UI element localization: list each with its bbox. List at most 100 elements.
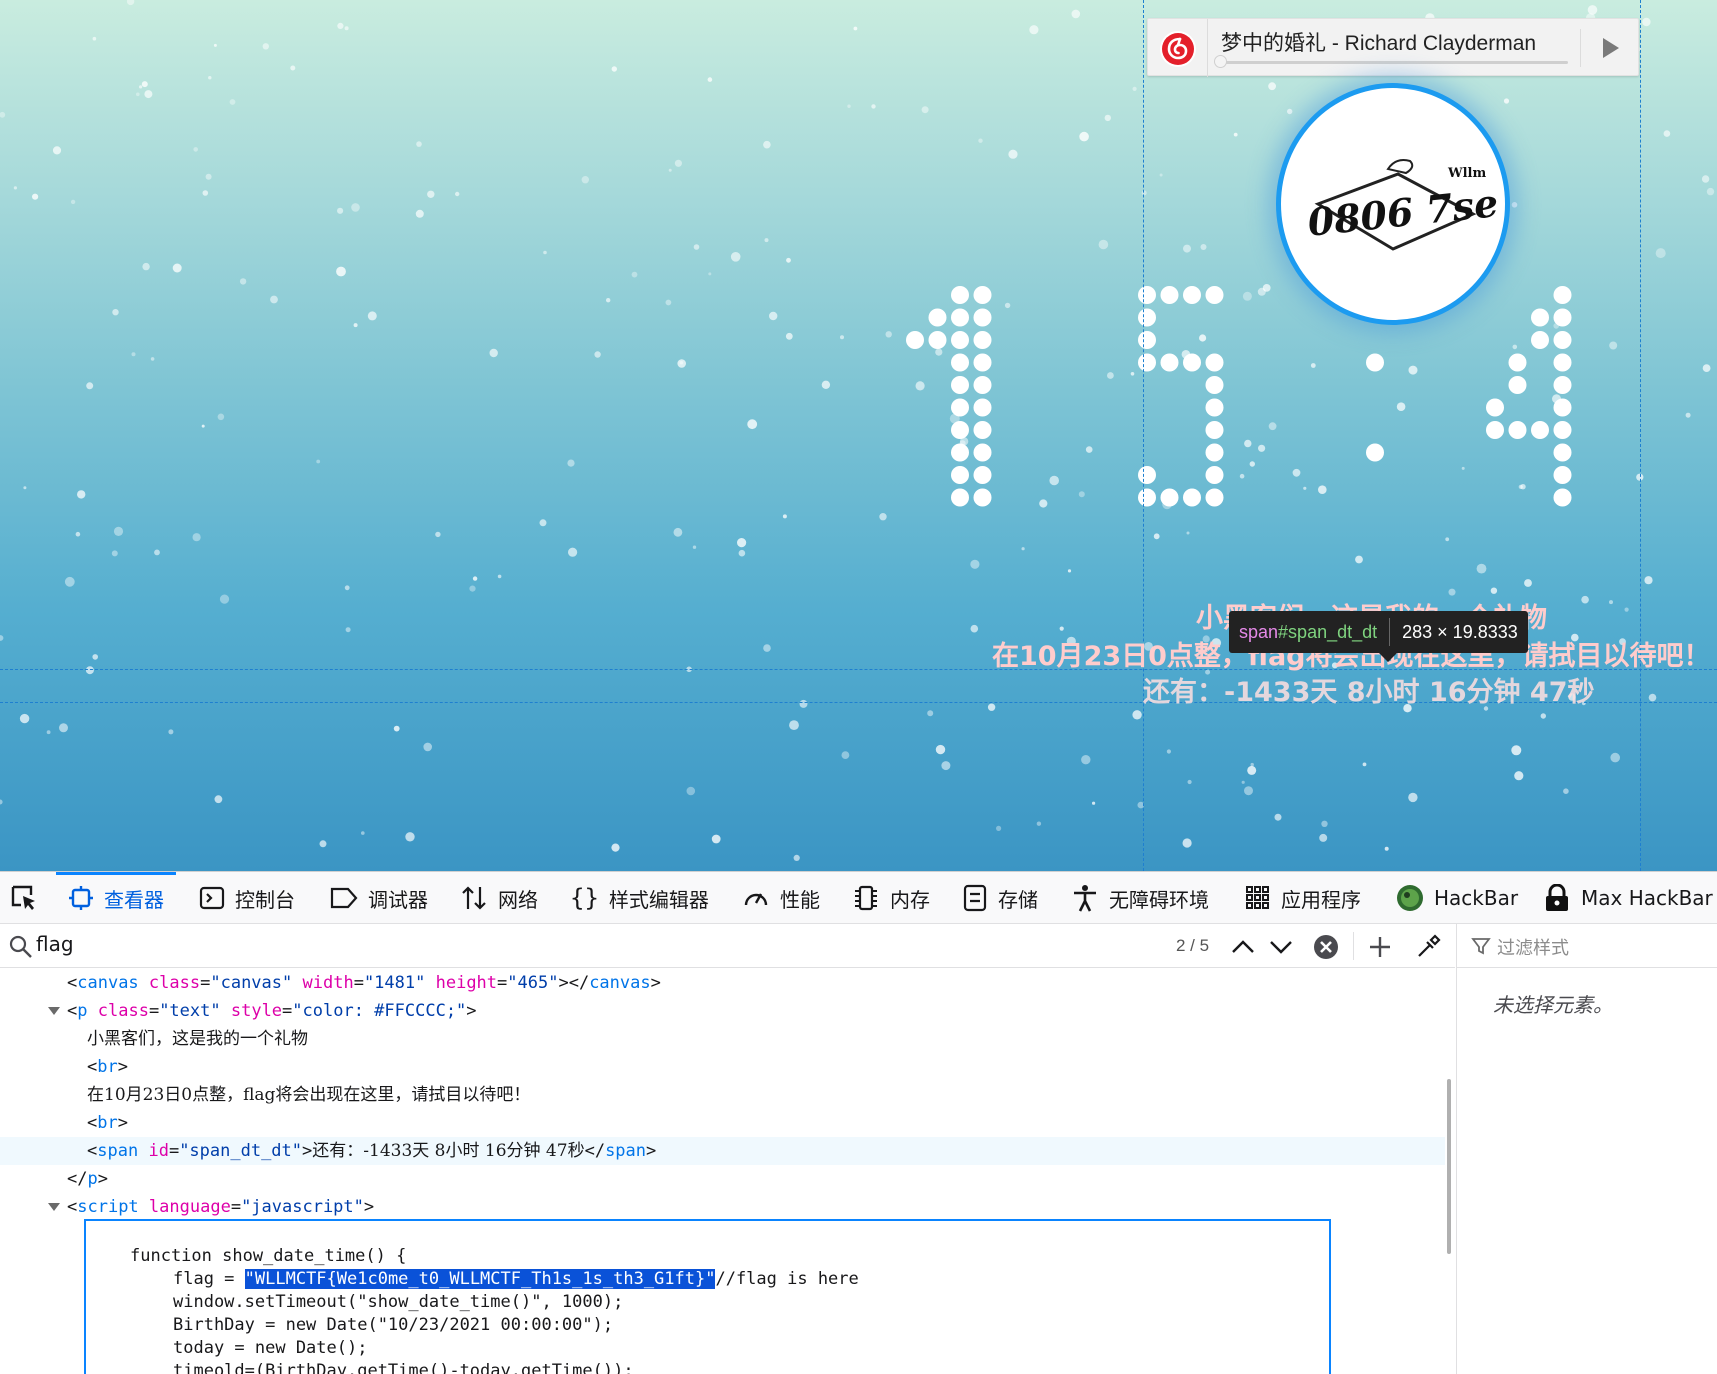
progress-knob[interactable] [1214, 55, 1227, 68]
progress-track[interactable] [1218, 61, 1568, 64]
markup-text-node-2[interactable]: 在10月23日0点整，flag将会出现在这里，请拭目以待吧！ [0, 1081, 1445, 1109]
devtools-panel: 查看器 控制台 调试器 网络 {} 样式编辑器 性能 内存 存储 无障碍环境 应… [0, 871, 1717, 1374]
clock-dot [1553, 286, 1572, 304]
markup-node-br-1[interactable]: <br> [0, 1053, 1445, 1081]
countdown-span[interactable]: 还有：-1433天 8小时 16分钟 47秒 [1143, 670, 1595, 709]
clock-dot [1138, 286, 1156, 304]
tab-style-editor-label: 样式编辑器 [608, 887, 709, 912]
clock-dot [1553, 398, 1572, 417]
clock-dot [1531, 421, 1549, 439]
netease-music-icon[interactable] [1160, 31, 1196, 67]
clock-dot [951, 398, 969, 417]
clear-search-icon[interactable] [1313, 934, 1339, 960]
clock-dot [906, 331, 924, 349]
markup-node-script[interactable]: <script language="javascript"> [0, 1193, 1445, 1221]
logo-text: 0806 7sec [1306, 178, 1498, 245]
clock-dot [973, 488, 992, 507]
tab-storage-label: 存储 [998, 887, 1038, 912]
markup-scrollbar[interactable] [1447, 1079, 1451, 1254]
clock-dot [928, 331, 947, 349]
clock-dot [951, 353, 969, 372]
tooltip-arrow [1379, 653, 1397, 662]
markup-node-canvas[interactable]: <canvas class="canvas" width="1481" heig… [0, 969, 1445, 997]
devtools-toolbar: 查看器 控制台 调试器 网络 {} 样式编辑器 性能 内存 存储 无障碍环境 应… [0, 872, 1717, 924]
tab-network[interactable]: 网络 [460, 872, 538, 924]
memory-icon [855, 885, 877, 911]
tab-inspector[interactable]: 查看器 [56, 872, 176, 924]
clock-dot [973, 376, 992, 394]
clock-dot [1138, 488, 1156, 507]
clock-dot [1160, 286, 1179, 304]
style-editor-icon: {} [570, 884, 599, 912]
rules-sidebar: 过滤样式 未选择元素。 [1456, 924, 1717, 1374]
tab-performance-label: 性能 [780, 887, 820, 912]
tab-application[interactable]: 应用程序 [1245, 872, 1361, 924]
markup-text-node-1[interactable]: 小黑客们，这是我的一个礼物 [0, 1025, 1445, 1053]
code-line-2: flag = "WLLMCTF{We1c0me_t0_WLLMCTF_Th1s_… [173, 1269, 859, 1289]
tab-debugger[interactable]: 调试器 [330, 872, 428, 924]
song-title: 梦中的婚礼 - Richard Clayderman [1221, 32, 1537, 55]
chevron-down-icon[interactable] [1268, 934, 1294, 960]
element-picker-icon [11, 885, 35, 910]
script-text-editor[interactable]: function show_date_time() { flag = "WLLM… [84, 1219, 1331, 1374]
add-node-icon[interactable] [1367, 934, 1393, 960]
page-viewport: 梦中的婚礼 - Richard Clayderman 0806 7sec Wll… [0, 0, 1717, 871]
element-picker-button[interactable] [10, 872, 50, 924]
tab-hackbar[interactable]: HackBar [1396, 872, 1518, 924]
tab-max-hackbar[interactable]: Max HackBar [1543, 872, 1713, 924]
clock-dot [951, 308, 969, 327]
tab-accessibility-label: 无障碍环境 [1109, 887, 1209, 912]
clock-dot [1205, 398, 1224, 417]
inspector-guide-right [1640, 0, 1641, 871]
avatar: 0806 7sec Wllm [1276, 83, 1510, 325]
clock-dot [951, 443, 969, 462]
search-input[interactable]: flag [36, 932, 74, 956]
debugger-icon [330, 887, 358, 909]
clock-dot [1366, 443, 1384, 462]
clock-dot [1205, 443, 1224, 462]
clock-dot [1160, 353, 1179, 372]
flag-selection[interactable]: "WLLMCTF{We1c0me_t0_WLLMCTF_Th1s_1s_th3_… [244, 1269, 716, 1289]
clock-dot [1486, 398, 1504, 417]
clock-dot [973, 353, 992, 372]
clock-dot [1508, 421, 1527, 439]
clock-dot [973, 421, 992, 439]
clock-dot [1138, 466, 1156, 484]
code-line-5: today = new Date(); [173, 1338, 368, 1358]
code-line-3: window.setTimeout("show_date_time()", 10… [173, 1292, 624, 1312]
clock-dot [1205, 488, 1224, 507]
console-icon [199, 886, 225, 910]
tab-storage[interactable]: 存储 [962, 872, 1038, 924]
network-icon [462, 886, 486, 910]
clock-dot [973, 443, 992, 462]
clock-dot [1205, 376, 1224, 394]
eyedropper-icon[interactable] [1415, 934, 1441, 960]
clock-dot [1138, 308, 1156, 327]
tab-style-editor[interactable]: {} 样式编辑器 [570, 872, 709, 924]
tab-accessibility[interactable]: 无障碍环境 [1071, 872, 1209, 924]
application-icon [1246, 886, 1269, 909]
tab-inspector-label: 查看器 [104, 887, 164, 912]
markup-node-p[interactable]: <p class="text" style="color: #FFCCCC;"> [0, 997, 1445, 1025]
search-icon [9, 935, 32, 958]
clock-dot [1508, 353, 1527, 372]
clock-dot [1205, 466, 1224, 484]
code-line-6: timeold=(BirthDay.getTime()-today.getTim… [173, 1361, 634, 1374]
markup-node-p-close[interactable]: </p> [0, 1165, 1445, 1193]
markup-node-br-2[interactable]: <br> [0, 1109, 1445, 1137]
filter-styles[interactable]: 过滤样式 [1457, 924, 1717, 968]
chevron-up-icon[interactable] [1230, 934, 1256, 960]
tab-performance[interactable]: 性能 [742, 872, 820, 924]
tab-console[interactable]: 控制台 [199, 872, 295, 924]
tab-network-label: 网络 [498, 887, 538, 912]
clock-dot [1531, 308, 1549, 327]
clock-dot [951, 421, 969, 439]
play-icon[interactable] [1595, 33, 1625, 63]
inspector-icon [69, 886, 93, 910]
clock-dot [1553, 308, 1572, 327]
clock-dot [1205, 353, 1224, 372]
markup-node-span[interactable]: <span id="span_dt_dt">还有：-1433天 8小时 16分钟… [0, 1137, 1445, 1165]
clock-dot [1183, 353, 1201, 372]
clock-dot [1183, 488, 1201, 507]
tab-memory[interactable]: 内存 [852, 872, 930, 924]
